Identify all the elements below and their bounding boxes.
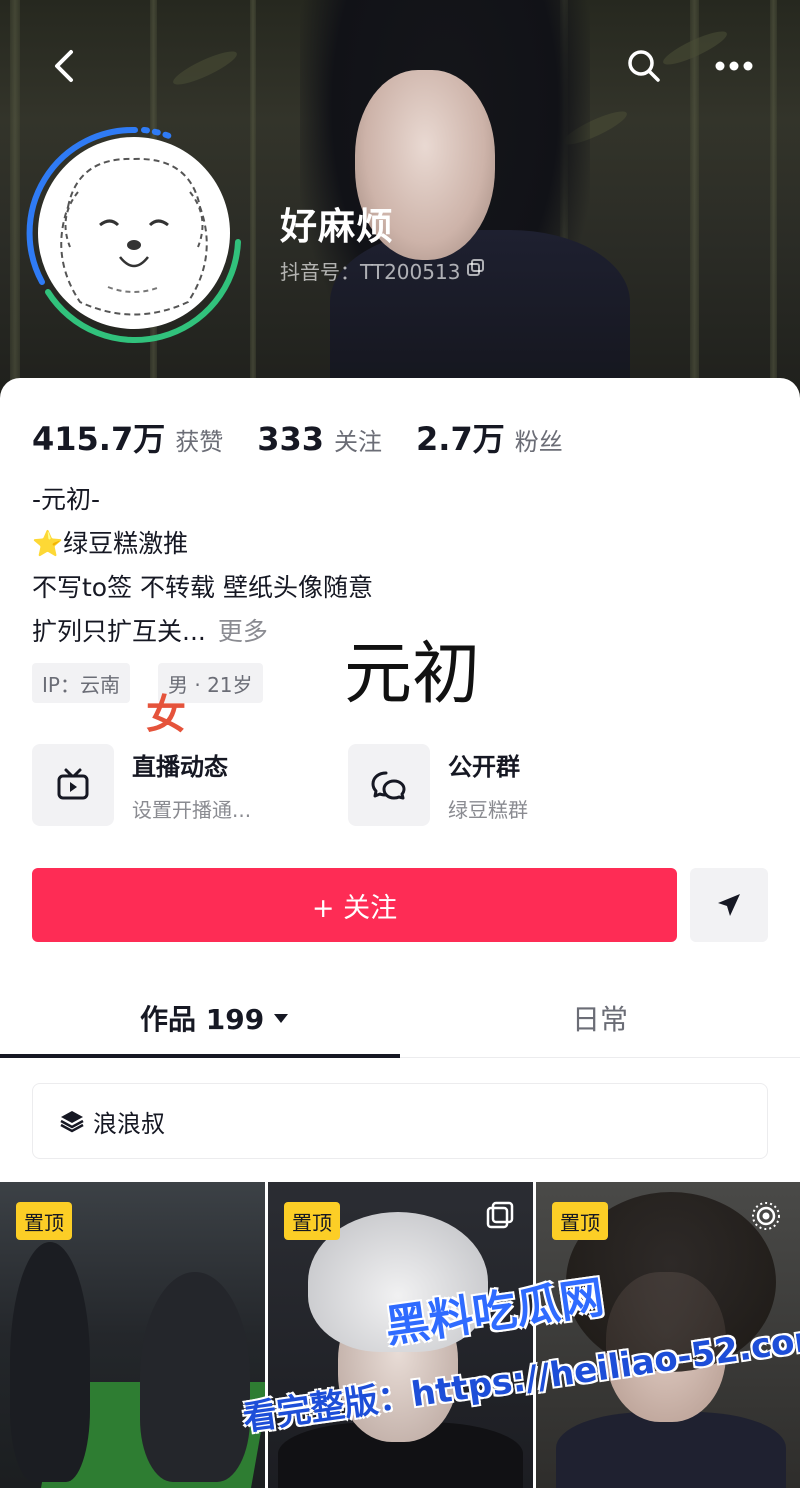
- figure-silhouette: [140, 1272, 250, 1482]
- live-updates-subtitle: 设置开播通...: [132, 798, 252, 822]
- live-photo-icon: [750, 1200, 782, 1236]
- figure-silhouette: [10, 1242, 90, 1482]
- search-icon[interactable]: [620, 42, 668, 90]
- douyin-id[interactable]: 抖音号：TT200513: [280, 256, 486, 285]
- bamboo-stalk: [770, 0, 777, 400]
- public-group-subtitle: 绿豆糕群: [448, 798, 528, 822]
- collection-entry[interactable]: 浪浪叔: [32, 1083, 768, 1159]
- avatar[interactable]: [38, 137, 230, 329]
- pinned-badge: 置顶: [16, 1202, 72, 1240]
- bio-line-text: 绿豆糕激推: [63, 529, 189, 558]
- stats-row: 415.7万 获赞 333 关注 2.7万 粉丝: [32, 414, 597, 460]
- gallery-icon: [485, 1200, 515, 1234]
- message-button[interactable]: [690, 868, 768, 942]
- following-label: 关注: [334, 428, 383, 456]
- followers-count[interactable]: 2.7万: [416, 414, 505, 460]
- live-updates-title: 直播动态: [132, 753, 228, 781]
- video-thumbnail[interactable]: 置顶: [0, 1182, 265, 1488]
- bamboo-stalk: [250, 0, 256, 400]
- handwritten-annotation: 女: [146, 692, 186, 738]
- public-group-title: 公开群: [448, 753, 520, 781]
- followers-label: 粉丝: [514, 428, 563, 456]
- likes-label: 获赞: [175, 428, 224, 456]
- bio-line-text: 扩列只扩互关...: [32, 617, 206, 646]
- ip-location-chip: IP：云南: [32, 663, 130, 703]
- content-tabs: 作品 199 日常: [0, 988, 800, 1058]
- group-chat-icon: [348, 744, 430, 826]
- bamboo-leaf: [169, 45, 241, 91]
- robe-shape: [556, 1412, 786, 1488]
- back-icon[interactable]: [40, 42, 88, 90]
- copy-icon[interactable]: [466, 258, 486, 283]
- likes-count[interactable]: 415.7万: [32, 414, 165, 460]
- tab-works[interactable]: 作品 199: [140, 998, 290, 1038]
- follow-button[interactable]: + 关注: [32, 868, 677, 942]
- tab-works-label: 作品 199: [140, 1003, 265, 1036]
- following-count[interactable]: 333: [257, 420, 324, 458]
- send-icon: [718, 894, 740, 916]
- bamboo-stalk: [690, 0, 699, 400]
- collection-label: 浪浪叔: [93, 1109, 165, 1138]
- caret-down-icon: [274, 1014, 289, 1023]
- bio: -元初- ⭐绿豆糕激推 不写to签 不转载 壁纸头像随意 扩列只扩互关... 更多: [32, 478, 373, 654]
- pinned-badge: 置顶: [284, 1202, 340, 1240]
- live-updates-entry[interactable]: 直播动态 设置开播通...: [32, 744, 251, 826]
- public-group-entry[interactable]: 公开群 绿豆糕群: [348, 744, 528, 826]
- bio-line: ⭐绿豆糕激推: [32, 522, 373, 566]
- active-tab-indicator: [0, 1054, 400, 1058]
- layers-icon: [59, 1108, 85, 1134]
- bio-more-link[interactable]: 更多: [218, 617, 268, 646]
- star-icon: ⭐: [32, 529, 64, 558]
- pinned-badge: 置顶: [552, 1202, 608, 1240]
- tab-daily[interactable]: 日常: [572, 998, 628, 1038]
- bio-line: 不写to签 不转载 壁纸头像随意: [32, 573, 373, 602]
- puppy-sketch-icon: [60, 157, 208, 316]
- bamboo-stalk: [10, 0, 20, 400]
- bio-line: 扩列只扩互关... 更多: [32, 610, 373, 654]
- tv-icon: [32, 744, 114, 826]
- username: 好麻烦: [280, 205, 394, 248]
- handwritten-annotation: 元初: [344, 635, 481, 714]
- more-options-icon[interactable]: [710, 42, 758, 90]
- douyin-id-text: 抖音号：TT200513: [280, 260, 461, 284]
- bio-line: -元初-: [32, 485, 101, 514]
